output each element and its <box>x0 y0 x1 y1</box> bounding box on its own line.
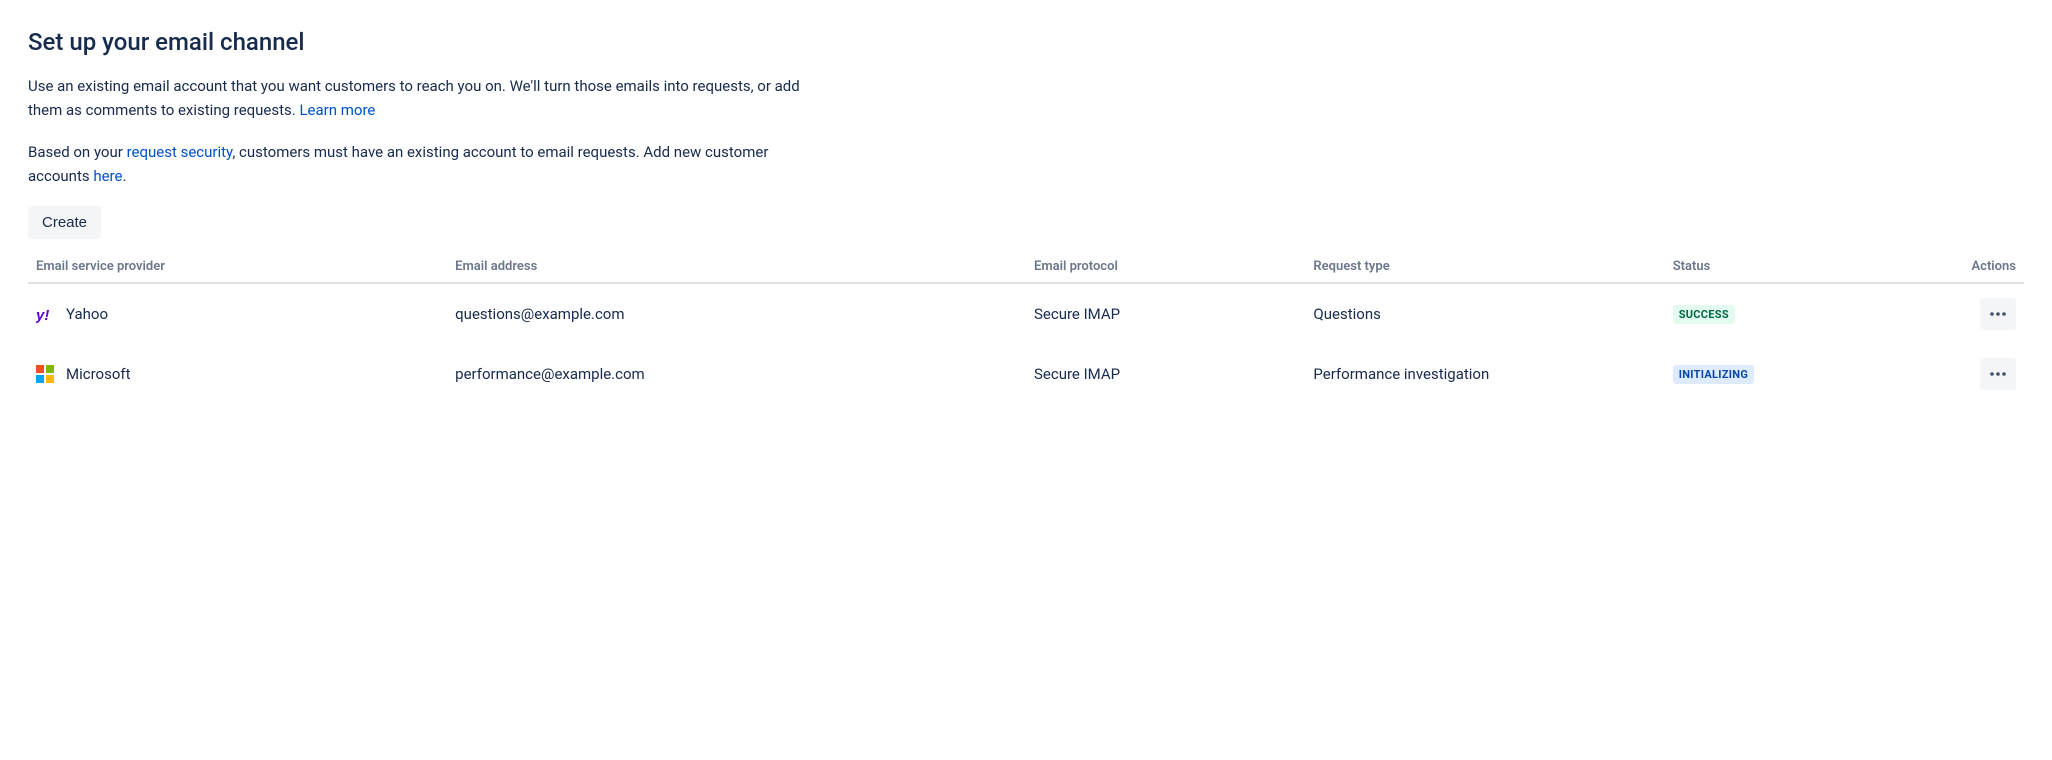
col-header-provider: Email service provider <box>28 253 447 283</box>
email-cell: questions@example.com <box>447 283 1026 344</box>
status-badge: SUCCESS <box>1673 305 1735 324</box>
status-cell: INITIALIZING <box>1665 344 1924 404</box>
actions-cell <box>1924 344 2024 404</box>
protocol-cell: Secure IMAP <box>1026 283 1305 344</box>
intro-text: . <box>122 167 126 185</box>
table-header-row: Email service provider Email address Ema… <box>28 253 2024 283</box>
provider-cell: Microsoft <box>28 344 447 404</box>
protocol-cell: Secure IMAP <box>1026 344 1305 404</box>
col-header-actions: Actions <box>1924 253 2024 283</box>
status-badge: INITIALIZING <box>1673 365 1754 384</box>
row-actions-button[interactable] <box>1980 298 2016 330</box>
table-row: Yahoo questions@example.comSecure IMAPQue… <box>28 283 2024 344</box>
intro-text: Use an existing email account that you w… <box>28 77 800 119</box>
learn-more-link[interactable]: Learn more <box>299 101 375 119</box>
intro-block: Use an existing email account that you w… <box>28 74 2024 188</box>
col-header-request-type: Request type <box>1305 253 1664 283</box>
col-header-status: Status <box>1665 253 1924 283</box>
provider-name: Yahoo <box>66 305 108 323</box>
intro-text: Based on your <box>28 143 127 161</box>
status-cell: SUCCESS <box>1665 283 1924 344</box>
microsoft-icon <box>36 365 54 383</box>
add-customers-here-link[interactable]: here <box>93 167 122 185</box>
intro-paragraph-1: Use an existing email account that you w… <box>28 74 828 122</box>
table-row: Microsoft performance@example.comSecure I… <box>28 344 2024 404</box>
yahoo-icon <box>36 305 54 323</box>
intro-paragraph-2: Based on your request security, customer… <box>28 140 828 188</box>
email-cell: performance@example.com <box>447 344 1026 404</box>
col-header-protocol: Email protocol <box>1026 253 1305 283</box>
more-icon <box>1988 364 2008 384</box>
provider-cell: Yahoo <box>28 283 447 344</box>
email-channels-table: Email service provider Email address Ema… <box>28 253 2024 404</box>
request-security-link[interactable]: request security <box>127 143 233 161</box>
actions-cell <box>1924 283 2024 344</box>
request-type-cell: Performance investigation <box>1305 344 1664 404</box>
request-type-cell: Questions <box>1305 283 1664 344</box>
col-header-email: Email address <box>447 253 1026 283</box>
row-actions-button[interactable] <box>1980 358 2016 390</box>
page-title: Set up your email channel <box>28 28 2024 56</box>
provider-name: Microsoft <box>66 365 131 383</box>
create-button[interactable]: Create <box>28 206 101 239</box>
more-icon <box>1988 304 2008 324</box>
